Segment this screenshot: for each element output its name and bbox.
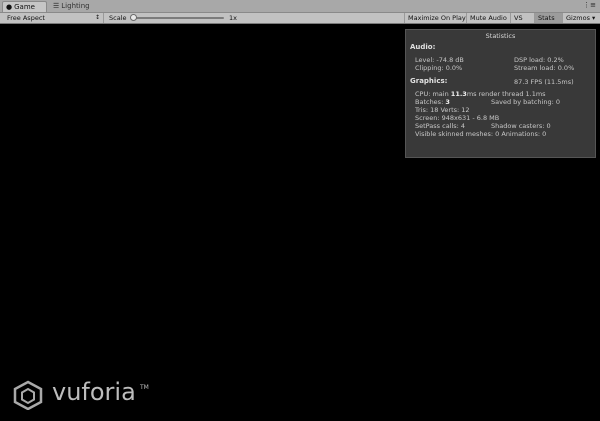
cpu-main-value: 11.3 [450, 90, 467, 98]
screen-stat: Screen: 948x631 - 6.8 MB [415, 114, 500, 122]
dropdown-arrow-icon: ↕ [94, 14, 100, 21]
dropdown-arrow-icon: ▾ [592, 14, 596, 22]
trademark-mark: TM [140, 384, 149, 391]
gizmos-label: Gizmos [566, 14, 590, 22]
skinned-meshes-animations: Visible skinned meshes: 0 Animations: 0 [415, 130, 547, 138]
tab-bar: ● Game ☰ Lighting ⋮≡ [0, 0, 600, 13]
aspect-label: Free Aspect [7, 14, 45, 22]
cpu-suffix: ms render thread 1.1ms [466, 90, 546, 98]
vs-button[interactable]: VS [510, 13, 534, 23]
vuforia-wordmark: vuforia [52, 378, 136, 406]
fps-readout: 87.3 FPS (11.5ms) [514, 78, 574, 86]
dsp-load: DSP load: 0.2% [514, 56, 564, 64]
mute-audio-button[interactable]: Mute Audio [466, 13, 510, 23]
vuforia-cube-icon [13, 380, 43, 410]
cpu-stats: CPU: main 11.3ms render thread 1.1ms [415, 90, 546, 98]
scale-slider-track[interactable] [132, 17, 224, 19]
scale-value: 1x [229, 14, 237, 22]
audio-clipping: Clipping: 0.0% [415, 64, 463, 72]
tab-game-label: Game [14, 3, 35, 11]
gizmos-dropdown[interactable]: Gizmos ▾ [562, 13, 598, 23]
statistics-panel: Statistics Audio: Level: -74.8 dB DSP lo… [405, 29, 596, 158]
tab-lighting[interactable]: ☰ Lighting [50, 1, 100, 12]
maximize-on-play-button[interactable]: Maximize On Play [404, 13, 466, 23]
game-toolbar: Free Aspect ↕ Scale 1x Maximize On Play … [0, 13, 600, 24]
scale-slider-thumb[interactable] [130, 14, 137, 21]
stats-button[interactable]: Stats [534, 13, 562, 23]
aspect-dropdown[interactable]: Free Aspect ↕ [4, 13, 104, 23]
tab-game[interactable]: ● Game [2, 1, 47, 12]
audio-level: Level: -74.8 dB [415, 56, 464, 64]
setpass-calls: SetPass calls: 4 [415, 122, 466, 130]
lighting-tab-icon: ☰ [53, 2, 60, 10]
graphics-header: Graphics: [410, 77, 448, 85]
batches-stat: Batches: 3 [415, 98, 450, 106]
window-menu-icon[interactable]: ⋮≡ [583, 0, 596, 11]
scale-label: Scale [109, 14, 127, 22]
statistics-title: Statistics [485, 32, 516, 40]
audio-header: Audio: [410, 43, 436, 51]
cpu-prefix: CPU: main [415, 90, 449, 98]
tris-verts: Tris: 18 Verts: 12 [415, 106, 470, 114]
shadow-casters: Shadow casters: 0 [491, 122, 551, 130]
stream-load: Stream load: 0.0% [514, 64, 575, 72]
batches-value: 3 [445, 98, 450, 106]
tab-lighting-label: Lighting [61, 2, 90, 10]
batches-prefix: Batches: [415, 98, 444, 106]
saved-by-batching: Saved by batching: 0 [491, 98, 560, 106]
vuforia-logo: vuforia TM [12, 378, 152, 410]
game-tab-icon: ● [6, 3, 13, 11]
